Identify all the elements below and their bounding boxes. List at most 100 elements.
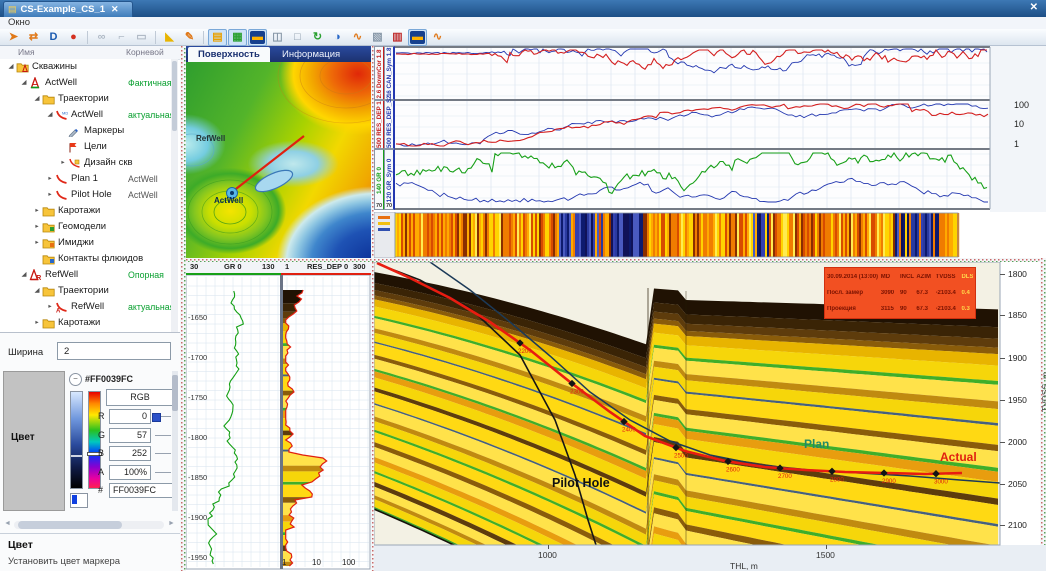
measure-icon[interactable]: ◣: [160, 29, 179, 46]
channel-input[interactable]: FF0039FC: [109, 483, 173, 498]
depth-tick-label: -1950: [188, 553, 207, 562]
tvdss-tick-label: 1950: [1008, 395, 1027, 405]
grid-view-icon[interactable]: ▦: [228, 29, 247, 46]
vertical-log-tracks[interactable]: 30 GR 0 130 1 RES_DEP 0 300 -1650-1700-1…: [186, 262, 371, 571]
tree-expander-icon[interactable]: ▸: [45, 299, 55, 315]
channel-input[interactable]: 252: [109, 446, 151, 461]
tile-windows-icon[interactable]: ◫: [268, 29, 287, 46]
tree-item-refwell-trajectory[interactable]: ▸ARefWellактуальная: [0, 299, 171, 315]
svg-text:3000: 3000: [934, 479, 948, 486]
collapse-color-icon[interactable]: −: [69, 373, 82, 386]
wave-icon[interactable]: ∿: [428, 29, 447, 46]
tree-scrollbar[interactable]: [171, 59, 178, 332]
channel-input[interactable]: 57: [109, 428, 151, 443]
tree-item-parent: ActWell: [128, 187, 158, 203]
channel-slider[interactable]: [155, 435, 171, 436]
crossplot-icon[interactable]: ▧: [368, 29, 387, 46]
track-label-cell: 500 RES_DEP_S 1: [384, 100, 395, 149]
correlation-log-tracks[interactable]: 2.6 DownCor 1.82.6 CAN_Sym 1.8500 RES_DE…: [374, 46, 1046, 210]
tree-item-refwell[interactable]: ◢RRefWellОпорная: [0, 267, 171, 283]
channel-slider[interactable]: [155, 472, 171, 473]
tree-item-well-design[interactable]: ▸Дизайн скв: [0, 155, 171, 171]
properties-vscrollbar[interactable]: [172, 371, 178, 511]
properties-hscrollbar[interactable]: [14, 521, 164, 529]
tree-expander-icon[interactable]: ◢: [45, 107, 55, 123]
tree-item-trajectories-ref[interactable]: ◢Траектории: [0, 283, 171, 299]
tree-expander-icon[interactable]: ◢: [32, 283, 42, 299]
tab-information[interactable]: Информация: [272, 47, 350, 62]
tree-scrollbar-thumb[interactable]: [172, 61, 177, 131]
channel-input[interactable]: 0: [109, 409, 151, 424]
tree-item-label: Имиджи: [58, 235, 94, 251]
tree-item-label: RefWell: [71, 299, 104, 315]
tree-item-actwell[interactable]: ◢ActWellФактичная: [0, 75, 171, 91]
slider-thumb[interactable]: [152, 413, 161, 422]
tree-item-wells[interactable]: ◢Скважины: [0, 59, 171, 75]
spectral-image-strip[interactable]: [374, 212, 1046, 258]
refresh-icon[interactable]: ↻: [308, 29, 327, 46]
tree-item-parent: ActWell: [128, 171, 158, 187]
tree-expander-icon[interactable]: ◢: [19, 75, 29, 91]
tree-expander-icon[interactable]: ▸: [32, 203, 42, 219]
tree-item-logs-act[interactable]: ▸Каротажи: [0, 203, 171, 219]
properties-hscrollbar-thumb[interactable]: [18, 521, 122, 529]
cross-section-view[interactable]: 220023002400250026002700280029003000 30.…: [374, 262, 1046, 571]
connect-icon[interactable]: ⇄: [24, 29, 43, 46]
tree-item-fluid-contacts[interactable]: Контакты флюидов: [0, 251, 171, 267]
tree-expander-icon[interactable]: ▸: [32, 315, 42, 331]
tree-expander-icon[interactable]: ▸: [45, 171, 55, 187]
width-input[interactable]: 2: [57, 342, 171, 360]
region-select-icon[interactable]: □: [288, 29, 307, 46]
tree-item-images[interactable]: ▸ Имиджи: [0, 235, 171, 251]
tvdss-tick-label: 2000: [1008, 437, 1027, 447]
frame-icon[interactable]: ▭: [132, 29, 151, 46]
tree-expander-icon[interactable]: ▸: [45, 187, 55, 203]
hscroll-right-icon[interactable]: ►: [168, 520, 175, 527]
tree-item-trajectories-act[interactable]: ◢Траектории: [0, 91, 171, 107]
surface-map[interactable]: RefWell ActWell: [186, 62, 371, 258]
channel-slider[interactable]: [155, 453, 171, 454]
tree-item-markers[interactable]: Маркеры: [0, 123, 171, 139]
tree-expander-icon[interactable]: ▸: [58, 155, 68, 171]
tree-item-logs-ref[interactable]: ▸Каротажи: [0, 315, 171, 331]
shade-gradient-strip[interactable]: [70, 391, 83, 489]
tree-item-actwell-trajectory[interactable]: ◢MDActWellактуальная: [0, 107, 171, 123]
image-view-icon[interactable]: ▬: [248, 29, 267, 46]
node-icon[interactable]: ⌐: [112, 29, 131, 46]
channel-input[interactable]: 100%: [109, 465, 151, 480]
hscroll-left-icon[interactable]: ◄: [4, 520, 11, 527]
histogram-icon[interactable]: ▥: [388, 29, 407, 46]
map-view-icon[interactable]: ▤: [208, 29, 227, 46]
tree-item-targets[interactable]: Цели: [0, 139, 171, 155]
properties-vscrollbar-thumb[interactable]: [172, 375, 178, 411]
record-icon[interactable]: ●: [64, 29, 83, 46]
curve-scale-label: 2.6 CAN_Sym 1.8: [386, 49, 393, 99]
curve-icon[interactable]: ∿: [348, 29, 367, 46]
tree-item-plan-1[interactable]: ▸Plan 1ActWell: [0, 171, 171, 187]
tree-item-geomodels[interactable]: ▸Геомодели: [0, 219, 171, 235]
tvdss-tick-label: 1800: [1008, 269, 1027, 279]
window-close-icon[interactable]: ✕: [1030, 2, 1038, 13]
design-mode-icon[interactable]: D: [44, 29, 63, 46]
document-tab[interactable]: ▤ CS-Example_CS_1 ✕: [3, 1, 133, 17]
select-hand-icon[interactable]: ➤: [4, 29, 23, 46]
tree-expander-icon[interactable]: ◢: [32, 91, 42, 107]
section-view-icon[interactable]: ▬: [408, 29, 427, 46]
link-icon[interactable]: ∞: [92, 29, 111, 46]
channel-slider[interactable]: [155, 416, 171, 417]
track-label-cell: 120 GR_Sym 070: [384, 149, 395, 210]
tree-expander-icon[interactable]: ◢: [19, 267, 29, 283]
project-tree[interactable]: ◢Скважины◢ActWellФактичная◢Траектории◢MD…: [0, 59, 171, 332]
menu-window[interactable]: Окно: [8, 17, 30, 28]
tree-expander-icon[interactable]: ▸: [32, 235, 42, 251]
fluid-icon[interactable]: ◑: [328, 29, 347, 46]
color-mode-select[interactable]: RGB: [106, 389, 174, 406]
tab-surface[interactable]: Поверхность: [188, 47, 270, 62]
tree-expander-icon[interactable]: ◢: [6, 59, 16, 75]
tree-item-label: RefWell: [45, 267, 78, 283]
tab-close-icon[interactable]: ✕: [111, 4, 119, 15]
tree-item-pilot-hole[interactable]: ▸Pilot HoleActWell: [0, 187, 171, 203]
brush-icon[interactable]: ✎: [180, 29, 199, 46]
tree-expander-icon[interactable]: ▸: [32, 219, 42, 235]
column-header-root: Корневой: [126, 47, 164, 57]
